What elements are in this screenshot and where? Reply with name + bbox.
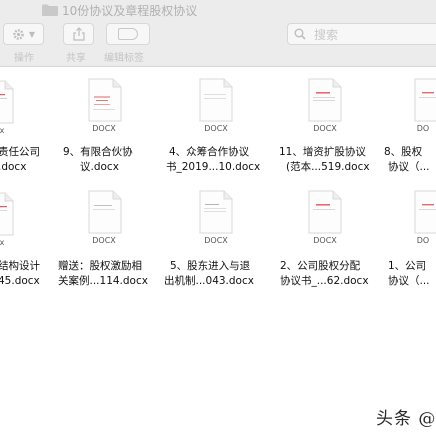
document-icon (88, 78, 122, 122)
file-name-line1: 4、众筹合作协议 (169, 146, 250, 158)
file-extension: DOCX (204, 124, 228, 133)
action-label: 操作 (14, 53, 34, 64)
file-name-line1: 结构设计 (0, 260, 40, 272)
file-name-line1: 1、公司 (388, 260, 427, 272)
document-icon (199, 190, 233, 234)
action-button[interactable]: ▼ (3, 23, 44, 45)
watermark: 头条 @ (376, 409, 436, 429)
document-icon (414, 78, 436, 122)
file-name-line1: 9、有限合伙协 (63, 146, 133, 158)
search-icon (294, 28, 306, 40)
file-name-line2: 协议（... (388, 161, 430, 173)
share-label: 共享 (66, 53, 86, 64)
gear-icon (13, 28, 24, 40)
share-icon (72, 27, 85, 41)
document-icon (308, 190, 342, 234)
folder-icon (42, 4, 58, 16)
document-icon (88, 190, 122, 234)
document-icon (0, 192, 14, 236)
file-name-line2: 书_2019...10.docx (166, 161, 261, 173)
share-button[interactable] (63, 23, 94, 45)
file-name-line2: 议.docx (80, 161, 119, 173)
file-extension: DO (416, 236, 430, 245)
chevron-down-icon: ▼ (28, 29, 36, 39)
toolbar: ▼ 操作 共享 编辑标签 搜索 (0, 22, 436, 67)
window-title: 10份协议及章程股权协议 (62, 4, 198, 18)
tag-shape-icon (118, 28, 138, 40)
file-name-line2: 出机制...043.docx (164, 275, 254, 287)
file-name-line2: 协议书_...62.docx (280, 275, 369, 287)
document-icon (414, 190, 436, 234)
search-field[interactable]: 搜索 (287, 23, 436, 45)
file-name-line1: 赠送：股权激励相 (58, 260, 142, 272)
file-extension: DOCX (92, 124, 116, 133)
file-extension: DOCX (204, 236, 228, 245)
file-name-line1: 2、公司股权分配 (280, 260, 361, 272)
document-icon (308, 78, 342, 122)
file-extension: DOCX (92, 236, 116, 245)
file-name-line2: 45.docx (0, 275, 40, 287)
file-name-line2: 关案例...114.docx (58, 275, 148, 287)
document-icon (0, 80, 14, 124)
file-extension: DO (416, 124, 430, 133)
file-extension: x (0, 238, 5, 247)
edit-tags-label: 编辑标签 (104, 53, 144, 64)
search-placeholder: 搜索 (314, 27, 339, 42)
file-extension: DOCX (313, 236, 337, 245)
file-name-line1: 8、股权 (384, 146, 423, 158)
title-bar: 10份协议及章程股权协议 (0, 0, 436, 22)
file-name-line1: 5、股东进入与退 (170, 260, 251, 272)
edit-tags-button[interactable] (106, 23, 150, 45)
file-extension: DOCX (313, 124, 337, 133)
document-icon (199, 78, 233, 122)
file-name-line2: 协议（... (388, 275, 430, 287)
file-name-line1: 11、增资扩股协议 (279, 146, 366, 158)
file-extension: x (0, 126, 5, 135)
file-name-line1: 责任公司 (0, 146, 40, 158)
file-name-line2: .docx (0, 161, 27, 173)
file-name-line2: (范本...519.docx (286, 161, 370, 173)
